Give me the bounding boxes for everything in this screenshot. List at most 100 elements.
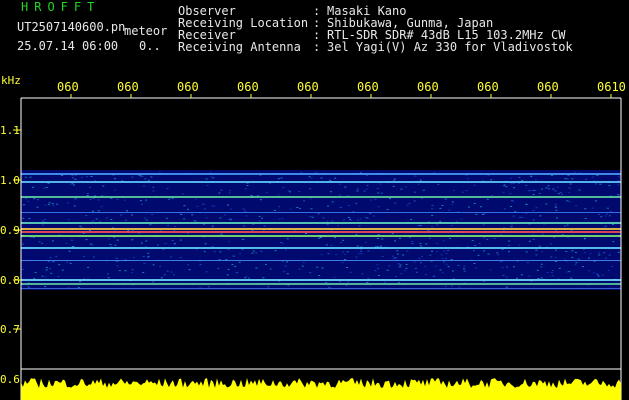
x-tick-label: 060 [57,80,79,94]
noise-speckle [44,276,47,278]
noise-speckle [394,202,397,204]
noise-speckle [486,198,489,200]
noise-speckle [512,215,515,217]
signal-line [21,173,621,175]
noise-speckle [244,210,247,212]
meteor-label: meteor [124,24,168,38]
noise-speckle [284,265,287,267]
noise-speckle [435,265,438,267]
noise-speckle [503,208,506,210]
noise-speckle [356,233,359,235]
noise-speckle [360,250,363,252]
noise-speckle [521,180,524,181]
noise-speckle [532,194,535,195]
noise-speckle [341,262,344,264]
noise-speckle [432,275,435,277]
noise-speckle [309,216,312,218]
noise-speckle [226,274,229,276]
noise-speckle [337,225,340,227]
noise-speckle [199,264,202,266]
noise-speckle [592,272,595,274]
noise-speckle [211,246,214,247]
noise-speckle [554,249,557,251]
noise-speckle [74,198,77,200]
noise-speckle [429,254,432,256]
noise-speckle [366,281,369,283]
noise-speckle [612,241,615,243]
noise-speckle [555,209,558,211]
noise-speckle [115,257,118,259]
noise-speckle [512,183,515,184]
noise-speckle [57,276,60,278]
noise-speckle [540,266,543,268]
noise-speckle [389,198,391,200]
noise-speckle [451,203,454,205]
noise-speckle [604,257,607,259]
noise-speckle [26,285,29,287]
noise-speckle [478,243,481,244]
noise-speckle [548,188,551,190]
noise-speckle [531,189,534,191]
noise-speckle [230,208,233,210]
noise-speckle [343,253,346,255]
noise-speckle [329,179,332,181]
noise-speckle [554,256,557,258]
noise-speckle [377,268,379,269]
noise-speckle [355,202,358,204]
noise-speckle [450,259,453,260]
noise-speckle [205,271,208,273]
noise-speckle [415,268,417,269]
signal-line [21,283,621,285]
noise-speckle [170,271,173,273]
noise-speckle [410,218,413,220]
y-tick-label: 0.7 [0,323,20,336]
noise-speckle [29,176,32,178]
noise-speckle [360,249,363,250]
noise-speckle [33,198,36,200]
noise-speckle [571,256,574,258]
noise-speckle [444,285,447,287]
noise-speckle [574,251,577,253]
noise-speckle [349,218,352,220]
noise-speckle [574,264,577,266]
noise-speckle [100,206,103,208]
noise-speckle [310,208,313,210]
noise-speckle [566,178,569,180]
noise-speckle [356,188,359,190]
noise-speckle [265,263,267,265]
noise-speckle [414,175,417,177]
noise-speckle [397,263,400,265]
noise-speckle [145,199,148,201]
noise-speckle [540,263,543,265]
noise-speckle [227,204,229,206]
noise-speckle [269,268,272,270]
noise-speckle [110,246,113,247]
noise-speckle [566,224,569,226]
noise-speckle [68,250,71,252]
noise-speckle [328,287,331,288]
noise-speckle [234,266,237,268]
noise-speckle [139,200,142,202]
noise-speckle [145,240,148,242]
noise-speckle [330,245,333,246]
noise-speckle [331,220,334,222]
noise-speckle [449,237,452,239]
noise-speckle [229,190,232,191]
signal-line [21,181,621,183]
signal-line [21,260,621,261]
noise-speckle [97,210,100,212]
noise-speckle [334,237,336,239]
noise-speckle [251,252,254,254]
noise-speckle [244,277,247,279]
noise-speckle [525,251,528,253]
noise-speckle [69,262,72,264]
noise-speckle [428,237,431,239]
noise-speckle [419,179,422,181]
noise-speckle [349,271,352,273]
noise-speckle [600,216,603,218]
noise-speckle [456,221,459,222]
noise-speckle [85,215,88,217]
noise-speckle [611,266,613,267]
noise-speckle [105,217,108,219]
noise-speckle [395,257,398,259]
